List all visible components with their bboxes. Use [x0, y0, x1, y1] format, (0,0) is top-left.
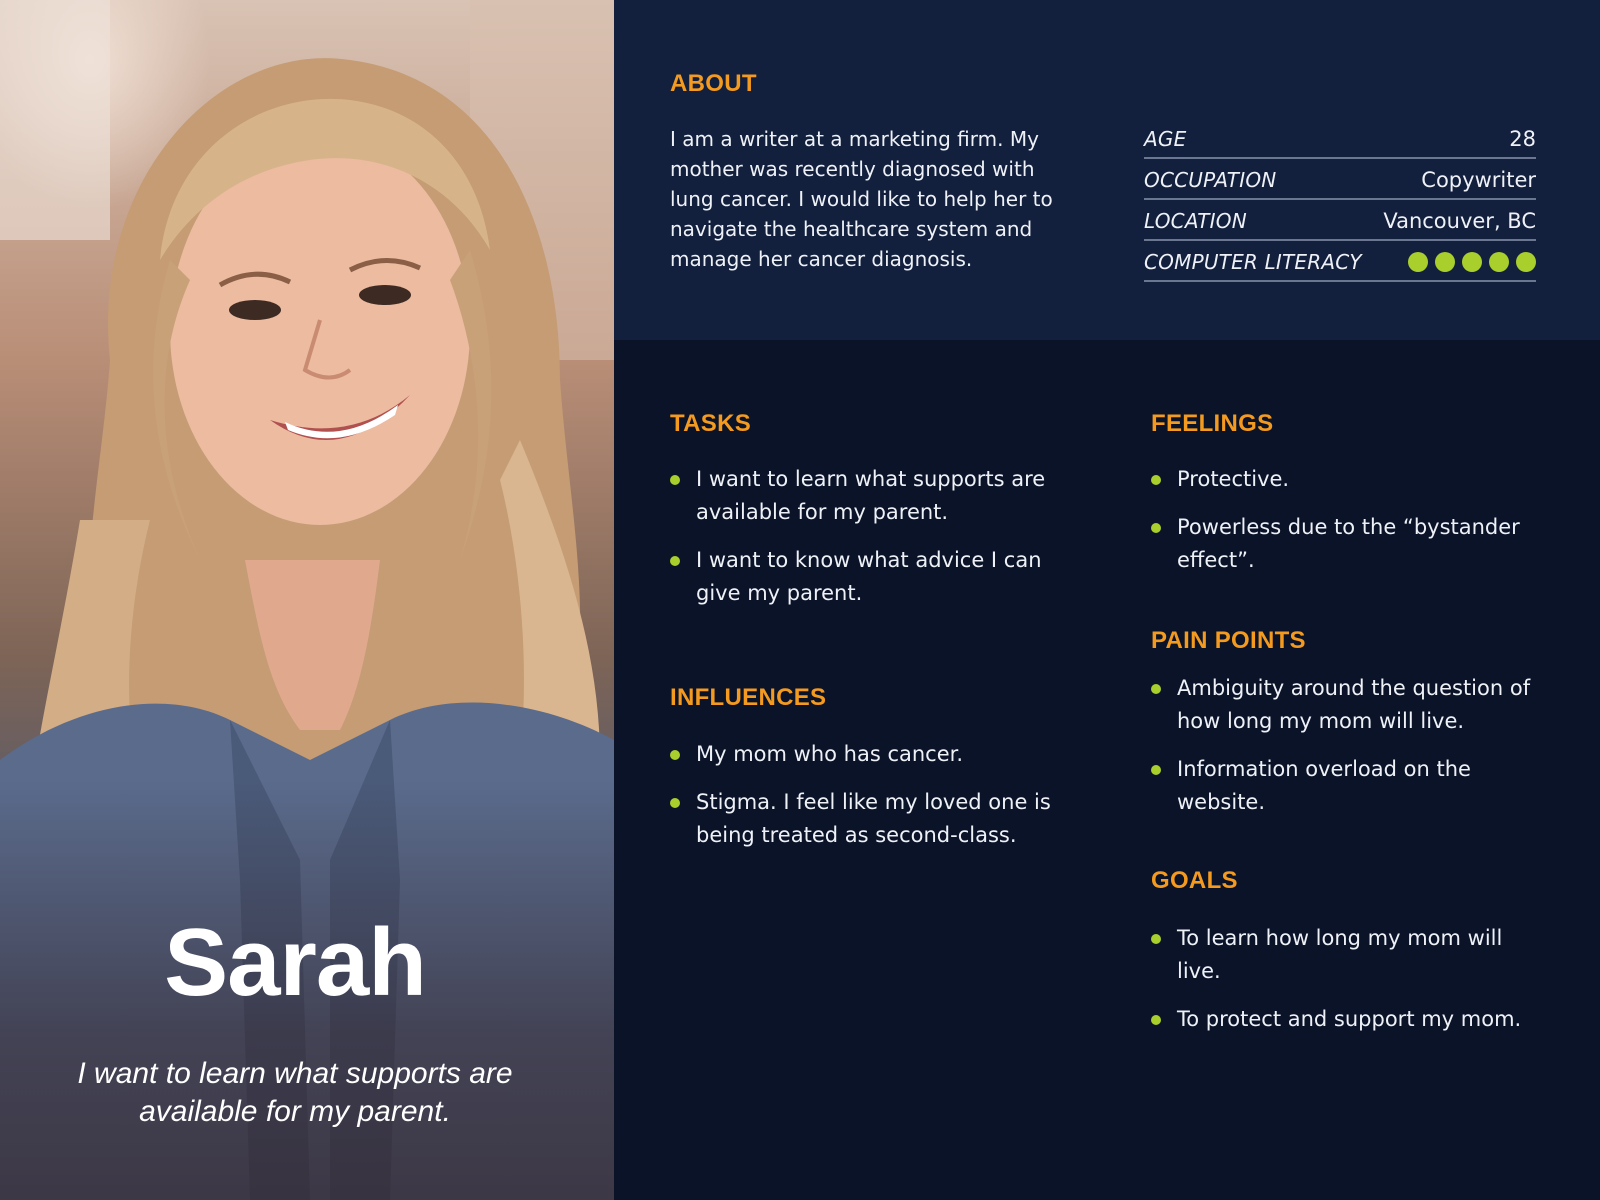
influences-heading: INFLUENCES [670, 684, 827, 711]
list-item: My mom who has cancer. [670, 738, 1070, 771]
persona-name: Sarah [164, 909, 427, 1016]
tasks-heading: TASKS [670, 410, 752, 437]
list-item-text: Information overload on the website. [1177, 757, 1471, 814]
computer-literacy-rating [1408, 252, 1536, 272]
bullet-icon [1151, 1015, 1161, 1025]
bullet-icon [670, 750, 680, 760]
influences-list: My mom who has cancer. Stigma. I feel li… [670, 738, 1070, 867]
persona-quote: I want to learn what supports are availa… [77, 1057, 513, 1128]
bullet-icon [1151, 934, 1161, 944]
bullet-icon [670, 798, 680, 808]
feelings-heading: FEELINGS [1151, 410, 1274, 437]
list-item: I want to learn what supports are availa… [670, 463, 1070, 529]
stat-label-occupation: OCCUPATION [1144, 168, 1277, 192]
bullet-icon [1151, 765, 1161, 775]
stat-value-age: 28 [1509, 127, 1536, 151]
persona-photo: Sarah I want to learn what supports are … [0, 0, 614, 1200]
rating-dot-icon [1516, 252, 1536, 272]
stat-row-occupation: OCCUPATION Copywriter [1144, 162, 1536, 200]
list-item-text: To protect and support my mom. [1177, 1007, 1522, 1031]
bullet-icon [1151, 684, 1161, 694]
stat-row-computer-literacy: COMPUTER LITERACY [1144, 244, 1536, 282]
bullet-icon [670, 556, 680, 566]
stat-value-occupation: Copywriter [1421, 168, 1536, 192]
list-item-text: I want to learn what supports are availa… [696, 467, 1046, 524]
rating-dot-icon [1462, 252, 1482, 272]
persona-stats: AGE 28 OCCUPATION Copywriter LOCATION Va… [1144, 121, 1536, 285]
stat-row-age: AGE 28 [1144, 121, 1536, 159]
list-item-text: My mom who has cancer. [696, 742, 964, 766]
list-item: Information overload on the website. [1151, 753, 1541, 819]
about-text: I am a writer at a marketing firm. My mo… [670, 127, 1053, 271]
stat-label-computer-literacy: COMPUTER LITERACY [1144, 250, 1362, 274]
goals-list: To learn how long my mom will live. To p… [1151, 922, 1541, 1051]
tasks-list: I want to learn what supports are availa… [670, 463, 1070, 625]
stat-row-location: LOCATION Vancouver, BC [1144, 203, 1536, 241]
list-item-text: To learn how long my mom will live. [1177, 926, 1503, 983]
stat-label-age: AGE [1144, 127, 1187, 151]
list-item-text: Ambiguity around the question of how lon… [1177, 676, 1531, 733]
list-item: Protective. [1151, 463, 1541, 496]
about-heading: ABOUT [670, 70, 757, 97]
list-item-text: Stigma. I feel like my loved one is bein… [696, 790, 1051, 847]
rating-dot-icon [1435, 252, 1455, 272]
rating-dot-icon [1408, 252, 1428, 272]
stat-label-location: LOCATION [1144, 209, 1247, 233]
pain-points-heading: PAIN POINTS [1151, 627, 1306, 654]
list-item: Powerless due to the “bystander effect”. [1151, 511, 1541, 577]
pain-points-list: Ambiguity around the question of how lon… [1151, 672, 1541, 834]
list-item: To protect and support my mom. [1151, 1003, 1541, 1036]
rating-dot-icon [1489, 252, 1509, 272]
stat-value-location: Vancouver, BC [1383, 209, 1536, 233]
bullet-icon [670, 475, 680, 485]
list-item-text: Powerless due to the “bystander effect”. [1177, 515, 1520, 572]
bullet-icon [1151, 475, 1161, 485]
goals-heading: GOALS [1151, 867, 1238, 894]
list-item: Stigma. I feel like my loved one is bein… [670, 786, 1070, 852]
list-item: I want to know what advice I can give my… [670, 544, 1070, 610]
bullet-icon [1151, 523, 1161, 533]
feelings-list: Protective. Powerless due to the “bystan… [1151, 463, 1541, 592]
list-item: Ambiguity around the question of how lon… [1151, 672, 1541, 738]
list-item-text: Protective. [1177, 467, 1290, 491]
list-item: To learn how long my mom will live. [1151, 922, 1541, 988]
list-item-text: I want to know what advice I can give my… [696, 548, 1042, 605]
